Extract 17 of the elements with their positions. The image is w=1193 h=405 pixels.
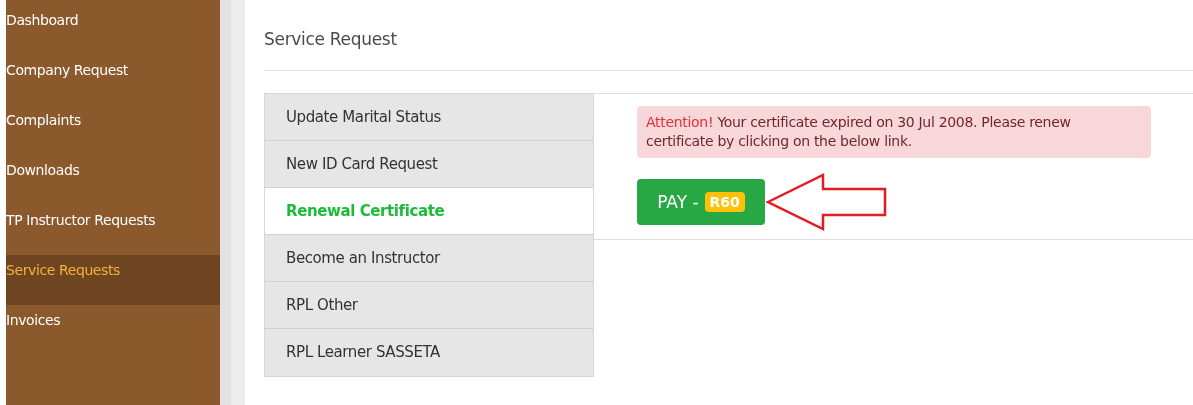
amount-badge: R60 xyxy=(704,192,745,212)
tab[interactable]: RPL Learner SASSETA xyxy=(265,329,593,376)
tab[interactable]: Update Marital Status xyxy=(265,94,593,141)
tab[interactable]: RPL Other xyxy=(265,282,593,329)
sidebar-item[interactable]: TP Instructor Requests xyxy=(6,205,220,255)
sidebar-item[interactable]: Complaints xyxy=(6,105,220,155)
alert-message: Attention! Your certificate expired on 30 Jul 2008. Please renew certificate by clicking on the below link. xyxy=(637,106,1151,158)
tab[interactable]: New ID Card Request xyxy=(265,141,593,188)
tab[interactable]: Become an Instructor xyxy=(265,235,593,282)
sidebar-item[interactable]: Service Requests xyxy=(6,255,220,305)
arrow-icon xyxy=(766,173,888,231)
pay-button[interactable]: PAY - R60 xyxy=(637,179,765,225)
sidebar-item[interactable]: Company Request xyxy=(6,55,220,105)
card-title: Service Request xyxy=(264,28,398,48)
sidebar-item[interactable]: Invoices xyxy=(6,305,220,355)
sidebar-item[interactable]: Dashboard xyxy=(6,5,220,55)
sidebar-item[interactable]: Downloads xyxy=(6,155,220,205)
